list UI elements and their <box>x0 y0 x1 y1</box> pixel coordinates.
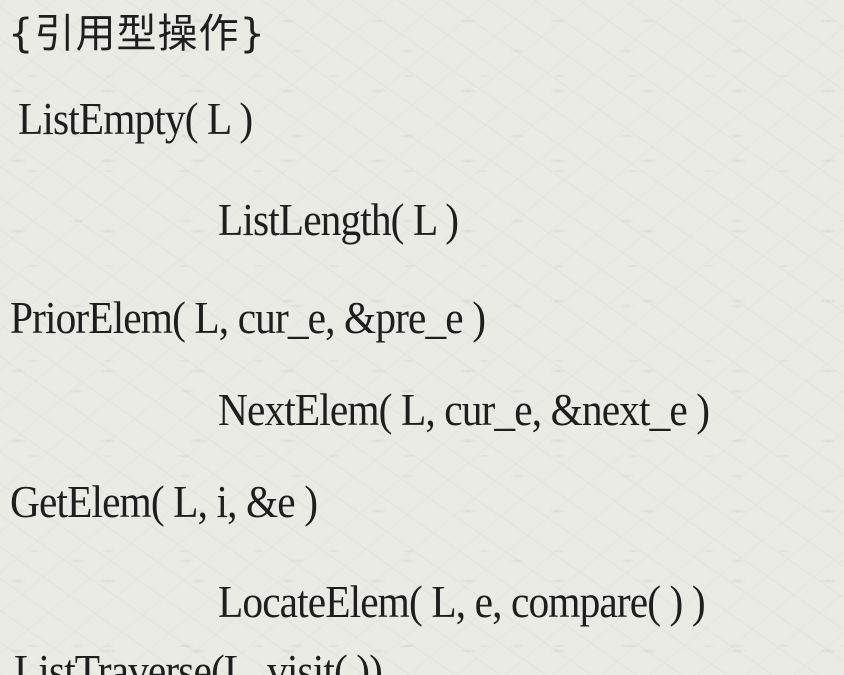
operation-prior-elem: PriorElem( L, cur_e, &pre_e ) <box>10 292 486 343</box>
operation-list-length: ListLength( L ) <box>218 194 459 245</box>
operation-get-elem: GetElem( L, i, &e ) <box>10 476 318 527</box>
operation-next-elem: NextElem( L, cur_e, &next_e ) <box>218 384 710 435</box>
operation-list-traverse: ListTraverse(L, visit( )) <box>14 645 383 675</box>
operation-list-empty: ListEmpty( L ) <box>18 93 253 144</box>
section-heading: {引用型操作} <box>8 11 266 57</box>
operation-locate-elem: LocateElem( L, e, compare( ) ) <box>218 576 706 627</box>
